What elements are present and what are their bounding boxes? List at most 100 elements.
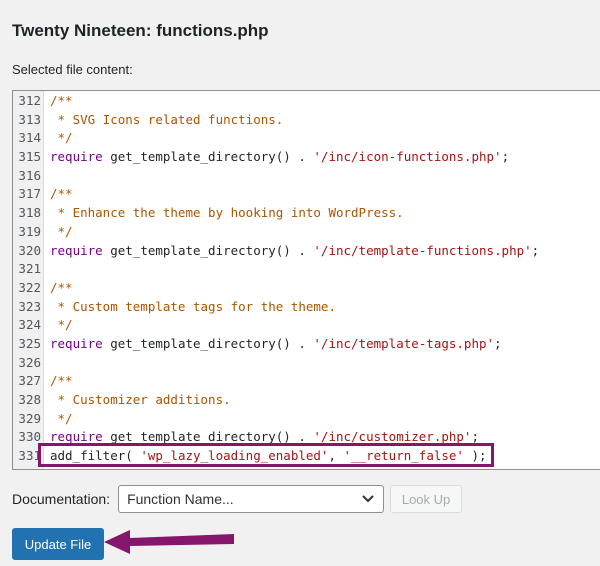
code-token-comment: */ [50,223,73,239]
code-line[interactable]: 318 * Enhance the theme by hooking into … [13,204,600,223]
line-number: 328 [18,392,41,407]
code-token-comment: /** [50,373,73,389]
code-token-comment: /** [50,279,73,295]
code-text: * Custom template tags for the theme. [50,298,336,317]
code-line[interactable]: 323 * Custom template tags for the theme… [13,298,600,317]
code-line[interactable]: 313 * SVG Icons related functions. [13,111,600,130]
code-line[interactable]: 330 require get_template_directory() . '/… [13,428,600,447]
code-token-string: '__return_false' [343,448,464,464]
documentation-row: Documentation: Function Name... Look Up [12,484,463,514]
code-token-comment: * Customizer additions. [50,392,231,407]
line-number: 325 [18,335,41,351]
line-number: 329 [18,410,41,426]
content-label: Selected file content: [12,62,133,77]
arrow-left-icon [104,530,234,554]
line-number: 330 [18,429,41,445]
code-text: require get_template_directory() . '/inc… [50,335,502,354]
code-text: */ [50,316,73,335]
code-token-plain: get_template_directory() . [102,149,314,165]
code-line[interactable]: 328 * Customizer additions. [13,391,600,410]
code-text: * Customizer additions. [50,391,231,410]
code-token-plain: ; [501,149,510,165]
code-token-plain: get_template_directory() . [102,242,314,258]
function-name-select[interactable]: Function Name... [118,485,385,513]
line-number: 322 [18,279,41,295]
code-token-plain: ; [531,242,540,258]
look-up-button[interactable]: Look Up [390,485,463,513]
line-number: 316 [18,167,41,183]
code-token-comment: /** [50,93,73,108]
line-number: 313 [18,111,41,127]
function-name-select-value: Function Name... [127,491,234,507]
code-token-plain: ); [463,448,487,464]
code-line[interactable]: 316 [13,167,600,186]
code-token-comment: /** [50,186,73,202]
code-token-keyword: require [50,335,103,351]
line-number: 327 [18,373,41,389]
code-token-keyword: require [50,429,103,445]
code-line[interactable]: 326 [13,354,600,373]
code-line[interactable]: 315 require get_template_directory() . '/… [13,148,600,167]
code-line[interactable]: 319 */ [13,223,600,242]
line-number: 312 [18,93,41,108]
code-line[interactable]: 321 [13,260,600,279]
line-number: 321 [18,261,41,277]
code-text: add_filter( 'wp_lazy_loading_enabled', '… [50,447,487,466]
code-line[interactable]: 317 /** [13,185,600,204]
code-lines[interactable]: 312 /** 313 * SVG Icons related functions.… [13,92,600,466]
line-number: 324 [18,317,41,333]
code-token-comment: * Custom template tags for the theme. [50,298,336,314]
code-text: * Enhance the theme by hooking into Word… [50,204,404,223]
code-text: * SVG Icons related functions. [50,111,284,130]
code-token-comment: * SVG Icons related functions. [50,111,284,127]
line-number: 314 [18,130,41,146]
code-line[interactable]: 324 */ [13,316,600,335]
code-text: */ [50,223,73,242]
code-text: /** [50,372,73,391]
code-line[interactable]: 314 */ [13,129,600,148]
code-text: */ [50,410,73,429]
code-text: require get_template_directory() . '/inc… [50,148,509,167]
page-title: Twenty Nineteen: functions.php [12,21,269,40]
code-line[interactable]: 327 /** [13,372,600,391]
theme-file-editor: Twenty Nineteen: functions.php Selected … [0,0,600,566]
code-token-string: '/inc/template-functions.php' [313,242,532,258]
line-number: 331 [18,448,41,464]
code-token-keyword: require [50,242,103,258]
code-text: require get_template_directory() . '/inc… [50,428,479,447]
code-token-plain: get_template_directory() . [102,335,314,351]
line-number: 320 [18,242,41,258]
code-line[interactable]: 325 require get_template_directory() . '/… [13,335,600,354]
code-line[interactable]: 320 require get_template_directory() . '/… [13,242,600,261]
code-editor[interactable]: 312 /** 313 * SVG Icons related functions.… [12,90,600,470]
code-token-comment: */ [50,317,73,333]
update-file-button[interactable]: Update File [12,528,104,560]
code-line[interactable]: 322 /** [13,279,600,298]
line-number: 315 [18,149,41,165]
code-token-plain: get_template_directory() . [102,429,314,445]
line-number: 319 [18,223,41,239]
line-number: 318 [18,205,41,221]
code-text: /** [50,279,73,298]
code-token-string: 'wp_lazy_loading_enabled' [140,448,329,464]
line-number: 323 [18,298,41,314]
code-token-comment: */ [50,130,73,146]
chevron-down-icon [362,495,374,503]
code-token-plain: ; [494,335,502,351]
code-token-plain: , [328,448,344,464]
code-text: require get_template_directory() . '/inc… [50,242,539,261]
code-line[interactable]: 312 /** [13,92,600,111]
code-token-string: '/inc/icon-functions.php' [313,149,502,165]
code-text: /** [50,92,73,111]
code-text: /** [50,185,73,204]
code-token-keyword: require [50,149,103,165]
documentation-label: Documentation: [12,491,111,507]
code-token-string: '/inc/template-tags.php' [313,335,495,351]
line-number: 326 [18,354,41,370]
code-line[interactable]: 331 add_filter( 'wp_lazy_loading_enabled'… [13,447,600,466]
code-token-string: '/inc/customizer.php' [313,429,472,445]
code-token-plain: ; [471,429,479,445]
code-line[interactable]: 329 */ [13,410,600,429]
line-number: 317 [18,186,41,202]
code-text: */ [50,129,73,148]
